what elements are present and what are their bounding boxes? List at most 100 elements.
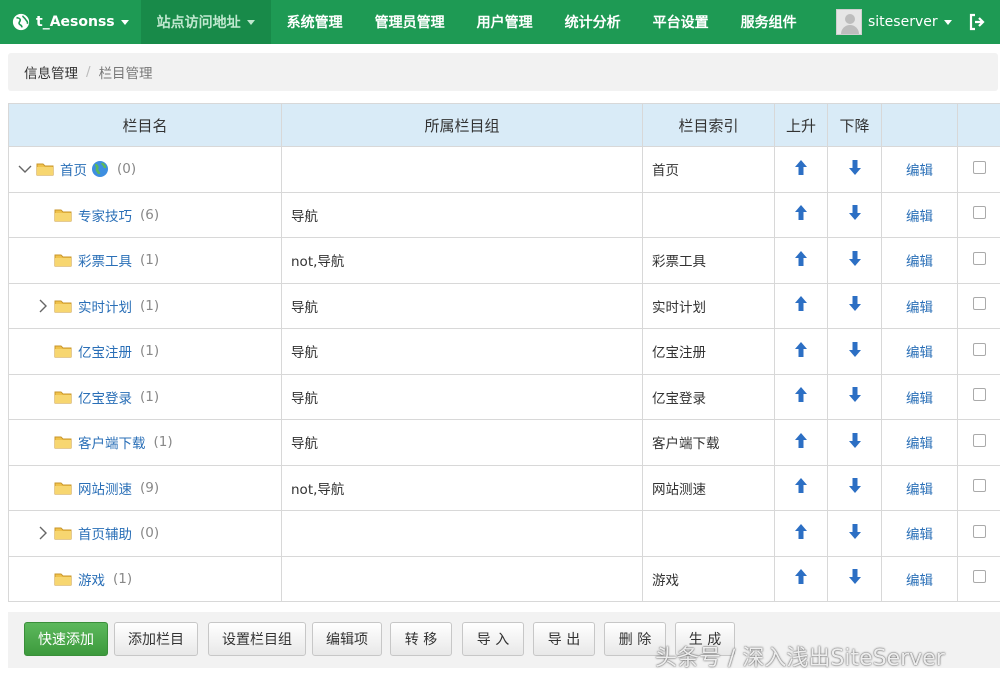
cell-move-down xyxy=(827,464,882,511)
cell-edit: 编辑 xyxy=(881,237,958,284)
channel-name-link[interactable]: 专家技巧 xyxy=(78,205,132,225)
cell-channel-index: 游戏 xyxy=(642,555,775,602)
expand-icon[interactable] xyxy=(36,526,50,540)
arrow-up-icon[interactable] xyxy=(793,341,809,362)
cell-edit: 编辑 xyxy=(881,191,958,238)
arrow-up-icon[interactable] xyxy=(793,432,809,453)
cell-channel-name: 首页 (0) xyxy=(8,146,282,193)
cell-channel-index: 网站测速 xyxy=(642,464,775,511)
nav-platform[interactable]: 平台设置 xyxy=(637,0,725,44)
arrow-up-icon[interactable] xyxy=(793,250,809,271)
nav-admin[interactable]: 管理员管理 xyxy=(359,0,461,44)
channel-name-link[interactable]: 彩票工具 xyxy=(78,250,132,270)
row-checkbox[interactable] xyxy=(972,433,986,447)
cell-channel-group xyxy=(281,146,643,193)
row-checkbox[interactable] xyxy=(972,570,986,584)
cell-edit: 编辑 xyxy=(881,510,958,557)
edit-link[interactable]: 编辑 xyxy=(906,436,933,452)
channel-name-link[interactable]: 客户端下载 xyxy=(78,432,146,452)
arrow-down-icon[interactable] xyxy=(847,159,863,180)
cell-select xyxy=(957,146,1000,193)
edit-link[interactable]: 编辑 xyxy=(906,527,933,543)
nav-stats[interactable]: 统计分析 xyxy=(549,0,637,44)
row-checkbox[interactable] xyxy=(972,342,986,356)
edit-link[interactable]: 编辑 xyxy=(906,300,933,316)
nav-users[interactable]: 用户管理 xyxy=(461,0,549,44)
breadcrumb-parent[interactable]: 信息管理 xyxy=(24,62,78,82)
channel-name-link[interactable]: 首页 xyxy=(60,159,87,179)
logout-icon[interactable] xyxy=(968,13,986,31)
channel-name-link[interactable]: 亿宝登录 xyxy=(78,387,132,407)
edit-link[interactable]: 编辑 xyxy=(906,345,933,361)
set-group-button[interactable]: 设置栏目组 xyxy=(208,622,306,656)
collapse-icon[interactable] xyxy=(18,162,32,176)
arrow-down-icon[interactable] xyxy=(847,478,863,498)
cell-move-down xyxy=(827,282,882,329)
edit-items-button[interactable]: 编辑项 xyxy=(312,622,382,656)
expand-icon[interactable] xyxy=(36,299,50,313)
cell-move-up xyxy=(774,555,828,602)
row-checkbox[interactable] xyxy=(972,206,986,220)
import-button[interactable]: 导 入 xyxy=(462,622,524,656)
arrow-down-icon[interactable] xyxy=(847,432,863,453)
arrow-up-icon[interactable] xyxy=(793,569,809,589)
arrow-down-icon[interactable] xyxy=(847,523,863,544)
arrow-up-icon[interactable] xyxy=(793,205,809,225)
edit-link[interactable]: 编辑 xyxy=(906,254,933,270)
arrow-up-icon[interactable] xyxy=(793,523,809,544)
table-row: 首页 (0) 首页 编辑 xyxy=(8,146,1000,193)
cell-move-down xyxy=(827,373,882,420)
table-row: 网站测速 (9) not,导航 网站测速 编辑 xyxy=(8,464,1000,511)
channel-name-link[interactable]: 游戏 xyxy=(78,569,105,589)
watermark: 头条号 / 深入浅出SiteServer xyxy=(655,646,945,671)
row-checkbox[interactable] xyxy=(972,297,986,311)
cell-select xyxy=(957,510,1000,557)
site-switcher[interactable]: t_Aesonss xyxy=(0,0,141,44)
cell-select xyxy=(957,191,1000,238)
row-checkbox[interactable] xyxy=(972,388,986,402)
folder-icon xyxy=(54,527,72,540)
edit-link[interactable]: 编辑 xyxy=(906,163,933,179)
edit-link[interactable]: 编辑 xyxy=(906,482,933,498)
user-menu[interactable]: siteserver xyxy=(836,0,952,44)
arrow-down-icon[interactable] xyxy=(847,569,863,589)
cell-move-up xyxy=(774,282,828,329)
export-button[interactable]: 导 出 xyxy=(533,622,595,656)
add-channel-button[interactable]: 添加栏目 xyxy=(114,622,198,656)
table-row: 亿宝登录 (1) 导航 亿宝登录 编辑 xyxy=(8,373,1000,420)
row-checkbox[interactable] xyxy=(972,479,986,493)
row-checkbox[interactable] xyxy=(972,160,986,174)
arrow-up-icon[interactable] xyxy=(793,387,809,407)
cell-channel-group xyxy=(281,510,643,557)
channel-name-link[interactable]: 实时计划 xyxy=(78,296,132,316)
nav-system[interactable]: 系统管理 xyxy=(271,0,359,44)
channel-name-link[interactable]: 首页辅助 xyxy=(78,523,132,543)
edit-link[interactable]: 编辑 xyxy=(906,209,933,225)
cell-edit: 编辑 xyxy=(881,282,958,329)
arrow-down-icon[interactable] xyxy=(847,250,863,271)
arrow-up-icon[interactable] xyxy=(793,478,809,498)
edit-link[interactable]: 编辑 xyxy=(906,391,933,407)
cell-channel-name: 亿宝登录 (1) xyxy=(8,373,282,420)
cell-move-up xyxy=(774,510,828,557)
arrow-down-icon[interactable] xyxy=(847,341,863,362)
nav-site-url[interactable]: 站点访问地址 xyxy=(140,0,271,44)
edit-link[interactable]: 编辑 xyxy=(906,573,933,589)
channel-name-link[interactable]: 亿宝注册 xyxy=(78,341,132,361)
arrow-up-icon[interactable] xyxy=(793,159,809,180)
cell-move-up xyxy=(774,237,828,284)
arrow-up-icon[interactable] xyxy=(793,296,809,316)
nav-services[interactable]: 服务组件 xyxy=(725,0,813,44)
row-checkbox[interactable] xyxy=(972,524,986,538)
table-row: 首页辅助 (0) 编辑 xyxy=(8,510,1000,557)
move-button[interactable]: 转 移 xyxy=(390,622,452,656)
site-name: t_Aesonss xyxy=(36,14,115,30)
channel-name-link[interactable]: 网站测速 xyxy=(78,478,132,498)
quick-add-button[interactable]: 快速添加 xyxy=(24,622,108,656)
arrow-down-icon[interactable] xyxy=(847,387,863,407)
arrow-down-icon[interactable] xyxy=(847,205,863,225)
arrow-down-icon[interactable] xyxy=(847,296,863,316)
row-checkbox[interactable] xyxy=(972,251,986,265)
